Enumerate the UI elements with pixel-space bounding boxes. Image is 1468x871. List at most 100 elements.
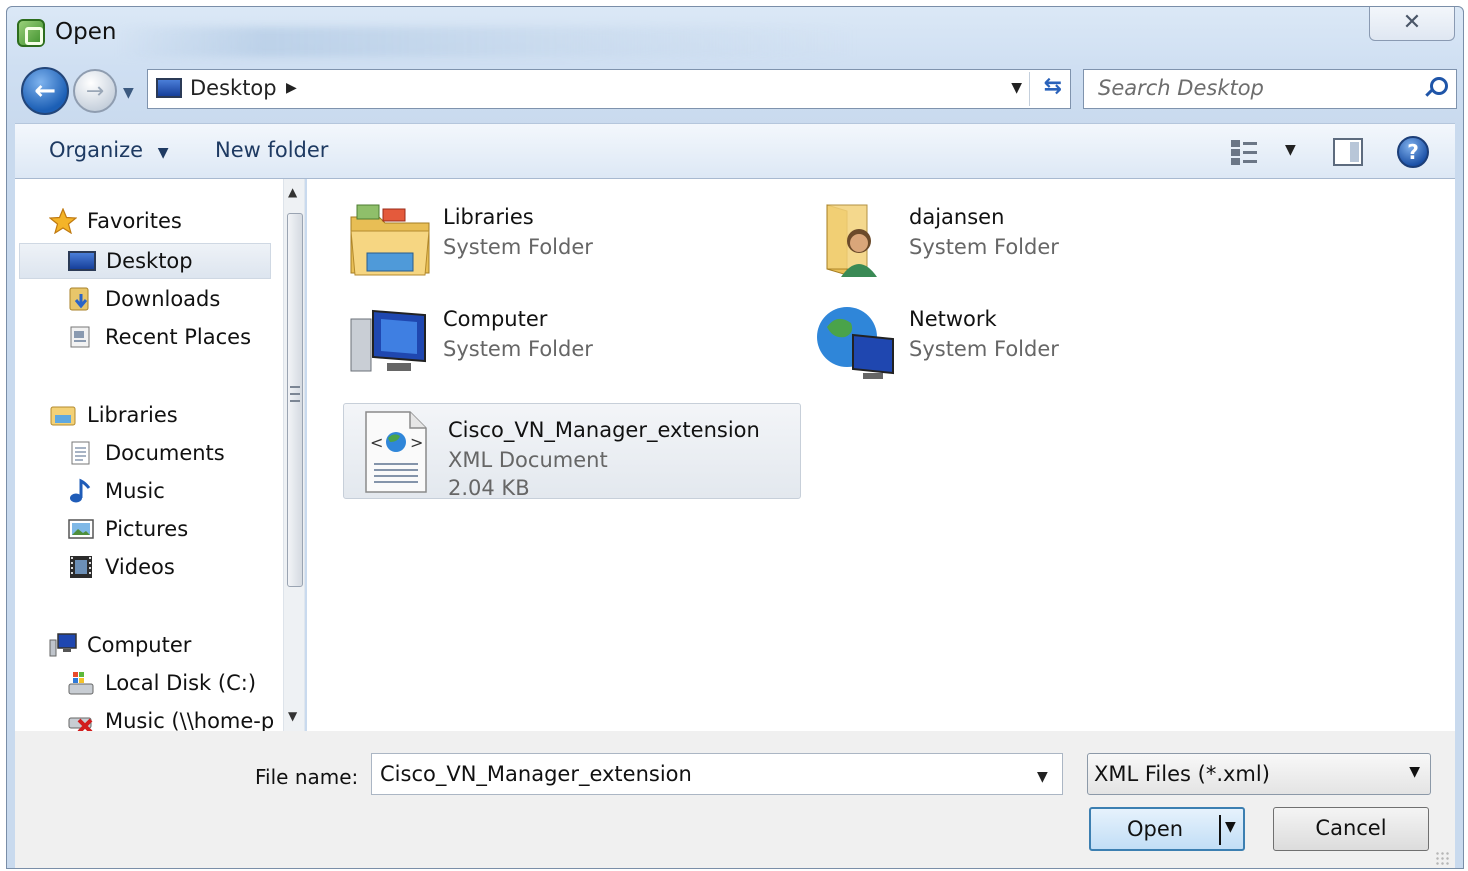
address-bar[interactable]: Desktop ▶ ▼ ⇆ (147, 69, 1071, 109)
grip-icon (290, 386, 300, 402)
pictures-icon (68, 519, 94, 539)
title-background-blur (117, 27, 857, 57)
svg-text:<: < (370, 433, 383, 452)
file-list: Libraries System Folder dajansen System … (307, 179, 1455, 731)
computer-icon (350, 309, 426, 372)
file-item-network[interactable]: Network System Folder (805, 293, 1263, 389)
resize-grip-icon[interactable] (1435, 851, 1449, 865)
recent-places-icon (70, 326, 90, 348)
sidebar-item-network-music[interactable]: Music (\\home-p (67, 703, 274, 731)
help-icon[interactable]: ? (1397, 136, 1429, 168)
recent-pages-dropdown[interactable]: ▼ (123, 85, 134, 101)
sidebar-item-music[interactable]: Music (67, 473, 165, 509)
window-title: Open (55, 19, 117, 45)
sidebar-item-recent-places[interactable]: Recent Places (67, 319, 251, 355)
videos-icon (70, 556, 92, 578)
disconnected-drive-icon (68, 717, 93, 731)
sidebar-item-local-disk[interactable]: Local Disk (C:) (67, 665, 256, 701)
scroll-thumb[interactable] (287, 213, 303, 587)
file-item-xml-document[interactable]: < > Cisco_VN_Manager_extension XML Docum… (343, 403, 801, 500)
desktop-icon (156, 78, 182, 98)
open-button[interactable]: Open ▼ (1089, 807, 1245, 851)
file-type: System Folder (443, 235, 593, 259)
computer-icon (49, 633, 77, 657)
sidebar-label-libraries: Libraries (87, 403, 178, 427)
sidebar-label-documents: Documents (105, 441, 225, 465)
star-icon (49, 208, 77, 234)
sidebar-item-videos[interactable]: Videos (67, 549, 175, 585)
scroll-up-icon[interactable]: ▲ (288, 185, 297, 199)
downloads-icon (69, 287, 89, 311)
chevron-down-icon: ▼ (1409, 764, 1420, 780)
forward-arrow-icon: → (85, 78, 105, 104)
file-name: Libraries (443, 205, 534, 229)
search-icon[interactable] (1422, 75, 1448, 101)
file-name: dajansen (909, 205, 1005, 229)
title-bar: Open ✕ (7, 7, 1463, 65)
search-placeholder: Search Desktop (1098, 76, 1264, 100)
sidebar-item-documents[interactable]: Documents (67, 435, 225, 471)
xml-document-icon: < > (365, 411, 427, 493)
sidebar-label-recent-places: Recent Places (105, 325, 252, 349)
command-bar: Organize ▼ New folder ▼ ? (15, 123, 1455, 179)
sidebar-group-libraries[interactable]: Libraries (49, 397, 178, 433)
address-location[interactable]: Desktop (190, 76, 277, 100)
user-folder-icon (826, 204, 877, 277)
sidebar-group-computer[interactable]: Computer (49, 627, 191, 663)
file-name: Network (909, 307, 997, 331)
file-item-computer[interactable]: Computer System Folder (339, 293, 797, 389)
back-arrow-icon: ← (34, 76, 56, 106)
file-type-value: XML Files (*.xml) (1094, 762, 1270, 786)
sidebar-item-desktop[interactable]: Desktop (19, 243, 271, 279)
open-options-dropdown-icon[interactable]: ▼ (1225, 819, 1236, 835)
sidebar-label-local-disk: Local Disk (C:) (105, 671, 257, 695)
address-dropdown-icon[interactable]: ▼ (1011, 80, 1022, 96)
search-input[interactable]: Search Desktop (1083, 69, 1457, 109)
file-name: Computer (443, 307, 548, 331)
new-folder-button[interactable]: New folder (215, 138, 328, 162)
file-type: System Folder (909, 235, 1059, 259)
sidebar-label-music: Music (105, 479, 165, 503)
file-item-user-folder[interactable]: dajansen System Folder (805, 191, 1263, 287)
file-name-dropdown-icon[interactable]: ▼ (1037, 769, 1048, 785)
scroll-down-icon[interactable]: ▼ (288, 709, 297, 723)
view-options-icon[interactable] (1231, 140, 1259, 166)
libraries-icon (50, 406, 76, 426)
close-button[interactable]: ✕ (1369, 7, 1455, 41)
sidebar-item-downloads[interactable]: Downloads (67, 281, 220, 317)
open-label: Open (1127, 817, 1184, 841)
dialog-footer: File name: Cisco_VN_Manager_extension ▼ … (15, 731, 1455, 868)
sidebar-label-computer: Computer (87, 633, 192, 657)
file-size: 2.04 KB (448, 476, 530, 500)
organize-label: Organize (49, 138, 144, 162)
music-icon (70, 478, 91, 503)
close-icon: ✕ (1402, 10, 1422, 35)
desktop-icon (68, 251, 96, 271)
navigation-scrollbar[interactable]: ▲ ▼ (283, 179, 304, 731)
preview-pane-icon[interactable] (1333, 138, 1363, 166)
refresh-icon[interactable]: ⇆ (1044, 74, 1062, 99)
view-dropdown-icon[interactable]: ▼ (1285, 142, 1296, 158)
sidebar-label-pictures: Pictures (105, 517, 189, 541)
file-type-select[interactable]: XML Files (*.xml) ▼ (1087, 753, 1431, 795)
sidebar-item-pictures[interactable]: Pictures (67, 511, 188, 547)
libraries-folder-icon (350, 204, 430, 276)
back-button[interactable]: ← (21, 67, 69, 115)
sidebar-label-network-music: Music (\\home-p (105, 709, 275, 731)
sidebar-label-videos: Videos (105, 555, 175, 579)
file-name-input[interactable]: Cisco_VN_Manager_extension (371, 753, 1063, 795)
organize-button[interactable]: Organize ▼ (49, 138, 169, 162)
sidebar-label-desktop: Desktop (106, 249, 193, 273)
breadcrumb-arrow-icon[interactable]: ▶ (286, 80, 297, 96)
app-icon (17, 19, 45, 47)
chevron-down-icon: ▼ (157, 145, 169, 161)
sidebar-group-favorites[interactable]: Favorites (49, 203, 182, 239)
cancel-button[interactable]: Cancel (1273, 807, 1429, 851)
sidebar-label-favorites: Favorites (87, 209, 182, 233)
network-icon (817, 307, 894, 379)
file-item-libraries[interactable]: Libraries System Folder (339, 191, 797, 287)
file-name: Cisco_VN_Manager_extension (448, 418, 760, 442)
forward-button[interactable]: → (73, 69, 117, 113)
sidebar-label-downloads: Downloads (105, 287, 221, 311)
address-separator (1029, 72, 1030, 106)
